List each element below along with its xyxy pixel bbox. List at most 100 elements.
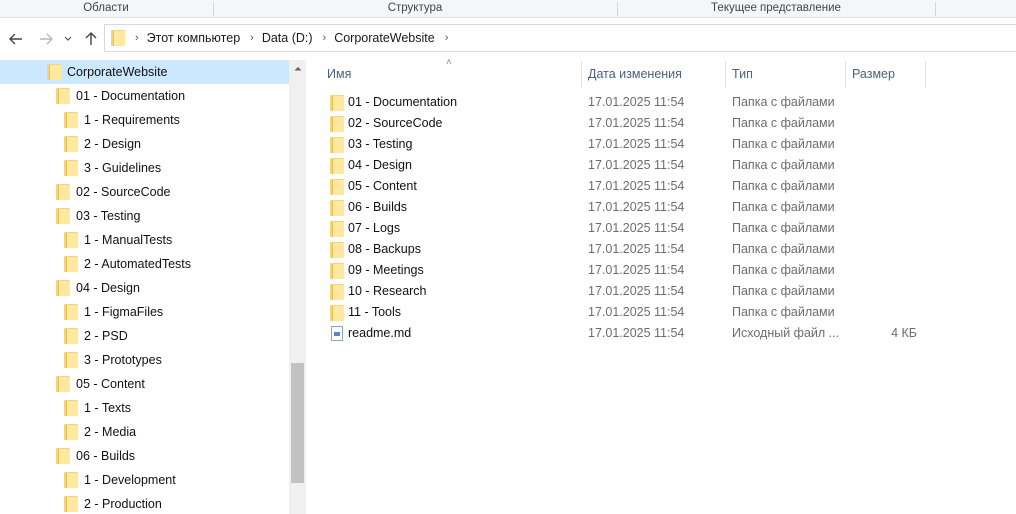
file-name: 02 - SourceCode (348, 116, 443, 130)
folder-icon (64, 256, 78, 272)
breadcrumb-separator[interactable]: › (445, 32, 449, 44)
tree-item[interactable]: 1 - FigmaFiles (0, 300, 289, 324)
ribbon-group-layout[interactable]: Структура (214, 0, 616, 17)
column-header-type[interactable]: Тип (732, 60, 844, 88)
folder-icon (64, 304, 78, 320)
scroll-up-button[interactable] (289, 60, 306, 77)
file-row[interactable]: 04 - Design 17.01.2025 11:54 Папка с файла… (321, 155, 941, 176)
tree-item[interactable]: 3 - Prototypes (0, 348, 289, 372)
chevron-down-icon (64, 36, 72, 41)
navigation-pane-scrollbar[interactable] (289, 60, 306, 514)
file-name: 04 - Design (348, 158, 412, 172)
tree-item[interactable]: 2 - PSD (0, 324, 289, 348)
breadcrumb-corporate-website[interactable]: CorporateWebsite (334, 31, 435, 45)
file-row[interactable]: 01 - Documentation 17.01.2025 11:54 Папка … (321, 92, 941, 113)
file-name: 10 - Research (348, 284, 427, 298)
breadcrumb-separator[interactable]: › (135, 32, 139, 44)
tree-item[interactable]: 02 - SourceCode (0, 180, 289, 204)
column-header-name[interactable]: Имя (327, 60, 577, 88)
tree-item-label: 2 - PSD (84, 329, 128, 343)
file-date: 17.01.2025 11:54 (588, 326, 685, 340)
file-name: 03 - Testing (348, 137, 413, 151)
recent-locations-button[interactable] (60, 28, 76, 50)
folder-icon (330, 178, 344, 195)
tree-item-label: 2 - Design (84, 137, 141, 151)
file-date: 17.01.2025 11:54 (588, 305, 685, 319)
file-row[interactable]: 02 - SourceCode 17.01.2025 11:54 Папка с ф… (321, 113, 941, 134)
file-row[interactable]: readme.md 17.01.2025 11:54 Исходный файл .… (321, 323, 941, 344)
up-button[interactable] (81, 28, 101, 50)
file-type: Папка с файлами (732, 221, 835, 235)
folder-icon (56, 448, 70, 464)
column-divider[interactable] (845, 62, 846, 88)
breadcrumb-separator[interactable]: › (250, 32, 254, 44)
tree-item[interactable]: 03 - Testing (0, 204, 289, 228)
file-type: Папка с файлами (732, 158, 835, 172)
document-icon (331, 326, 343, 341)
file-list: ˄ Имя Дата изменения Тип Размер 01 - Doc… (307, 57, 1016, 514)
column-header-size[interactable]: Размер (852, 60, 924, 88)
file-date: 17.01.2025 11:54 (588, 200, 685, 214)
column-header-date[interactable]: Дата изменения (588, 60, 724, 88)
file-row[interactable]: 06 - Builds 17.01.2025 11:54 Папка с файла… (321, 197, 941, 218)
breadcrumb-data-drive[interactable]: Data (D:) (262, 31, 313, 45)
forward-button[interactable] (36, 28, 56, 50)
folder-icon (330, 136, 344, 153)
back-button[interactable] (6, 28, 26, 50)
folder-icon (64, 352, 78, 368)
scroll-thumb[interactable] (291, 363, 304, 483)
file-name: 01 - Documentation (348, 95, 458, 109)
column-divider[interactable] (581, 62, 582, 88)
file-row[interactable]: 07 - Logs 17.01.2025 11:54 Папка с файлами (321, 218, 941, 239)
file-row[interactable]: 03 - Testing 17.01.2025 11:54 Папка с файл… (321, 134, 941, 155)
ribbon-group-current-view[interactable]: Текущее представление (618, 0, 934, 17)
folder-icon (330, 94, 344, 111)
breadcrumb-this-pc[interactable]: Этот компьютер (147, 31, 240, 45)
tree-item-label: 1 - Texts (84, 401, 132, 415)
folder-icon (330, 304, 344, 321)
file-row[interactable]: 11 - Tools 17.01.2025 11:54 Папка с файлам… (321, 302, 941, 323)
tree-item[interactable]: 2 - AutomatedTests (0, 252, 289, 276)
tree-item[interactable]: 06 - Builds (0, 444, 289, 468)
breadcrumb-separator[interactable]: › (323, 32, 327, 44)
file-row[interactable]: 05 - Content 17.01.2025 11:54 Папка с файл… (321, 176, 941, 197)
tree-item[interactable]: 04 - Design (0, 276, 289, 300)
tree-item[interactable]: 2 - Production (0, 492, 289, 514)
tree-item-label: 2 - AutomatedTests (84, 257, 192, 271)
file-type: Папка с файлами (732, 200, 835, 214)
folder-icon (56, 184, 70, 200)
folder-icon (64, 400, 78, 416)
folder-icon (330, 115, 344, 132)
tree-item-label: 06 - Builds (76, 449, 136, 463)
column-divider[interactable] (725, 62, 726, 88)
file-date: 17.01.2025 11:54 (588, 179, 685, 193)
tree-item-label: 3 - Prototypes (84, 353, 162, 367)
tree-item[interactable]: 1 - ManualTests (0, 228, 289, 252)
tree-item[interactable]: 1 - Texts (0, 396, 289, 420)
tree-item[interactable]: 01 - Documentation (0, 84, 289, 108)
file-name: 11 - Tools (348, 305, 402, 319)
arrow-up-icon (85, 32, 97, 45)
tree-item[interactable]: 1 - Development (0, 468, 289, 492)
arrow-left-icon (9, 33, 22, 45)
folder-icon (330, 157, 344, 174)
file-row[interactable]: 08 - Backups 17.01.2025 11:54 Папка с файл… (321, 239, 941, 260)
address-bar[interactable]: › Этот компьютер › Data (D:) › Corporate… (104, 24, 1016, 52)
folder-icon (64, 424, 78, 440)
tree-item[interactable]: 3 - Guidelines (0, 156, 289, 180)
tree-item[interactable]: 2 - Design (0, 132, 289, 156)
tree-item-label: 02 - SourceCode (76, 185, 171, 199)
tree-item[interactable]: 05 - Content (0, 372, 289, 396)
tree-item[interactable]: CorporateWebsite (0, 60, 289, 84)
ribbon-group-panes[interactable]: Области (0, 0, 212, 17)
tree-item[interactable]: 2 - Media (0, 420, 289, 444)
folder-icon (56, 376, 70, 392)
file-row[interactable]: 09 - Meetings 17.01.2025 11:54 Папка с фай… (321, 260, 941, 281)
column-divider[interactable] (925, 62, 926, 88)
tree-item[interactable]: 1 - Requirements (0, 108, 289, 132)
folder-icon (64, 136, 78, 152)
tree-item-label: 1 - ManualTests (84, 233, 173, 247)
tree-item-label: 1 - Development (84, 473, 176, 487)
file-row[interactable]: 10 - Research 17.01.2025 11:54 Папка с фай… (321, 281, 941, 302)
file-date: 17.01.2025 11:54 (588, 263, 685, 277)
